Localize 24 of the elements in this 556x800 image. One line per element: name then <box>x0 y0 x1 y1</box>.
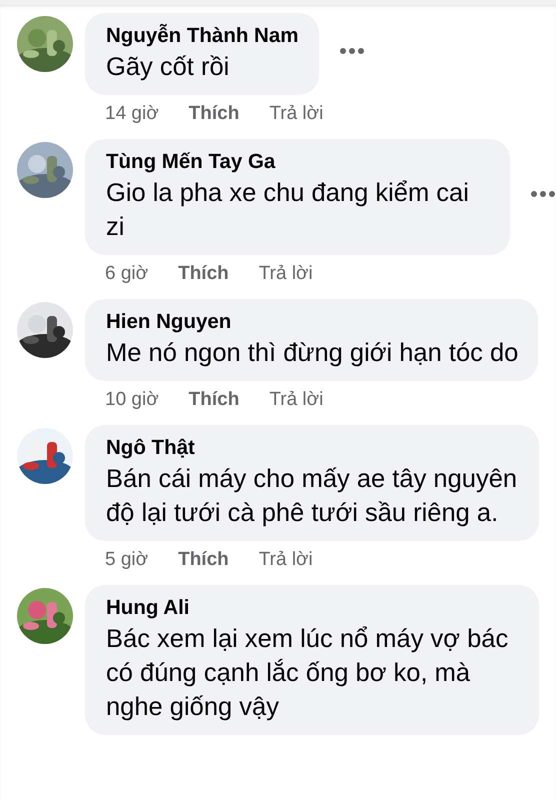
comment-time: 6 giờ <box>105 263 148 285</box>
comment-text: Me nó ngon thì đừng giới hạn tóc do <box>106 338 518 369</box>
like-link[interactable]: Thích <box>178 263 229 285</box>
comment-text: Bác xem lại xem lúc nổ máy vợ bác có đúng cạnh lắc ống bơ ko, mà nghe giống vậy <box>106 624 510 723</box>
author-name: Hien Nguyen <box>106 310 232 334</box>
comment-time: 10 giờ <box>105 389 159 411</box>
author-name: Tùng Mến Tay Ga <box>106 150 276 174</box>
reply-link[interactable]: Trả lời <box>258 549 313 571</box>
more-icon[interactable] <box>338 47 364 55</box>
author-name: Ngô Thật <box>106 436 196 460</box>
comment-text: Bán cái máy cho mấy ae tây nguyên độ lại tưới cà phê tưới sầu riêng a. <box>106 464 518 529</box>
like-link[interactable]: Thích <box>178 549 229 571</box>
reply-link[interactable]: Trả lời <box>269 103 324 125</box>
more-icon[interactable] <box>530 190 556 198</box>
author-name: Hung Ali <box>106 596 191 620</box>
comment-time: 5 giờ <box>105 549 148 571</box>
reply-link[interactable]: Trả lời <box>258 263 313 285</box>
comment-text: Gio la pha xe chu đang kiểm cai zi <box>106 178 470 243</box>
like-link[interactable]: Thích <box>188 103 240 125</box>
reply-link[interactable]: Trả lời <box>269 389 324 411</box>
like-link[interactable]: Thích <box>188 389 240 411</box>
comment-text: Gãy cốt rồi <box>106 52 230 83</box>
comment-time: 14 giờ <box>105 103 159 125</box>
author-name: Nguyễn Thành Nam <box>106 24 298 48</box>
